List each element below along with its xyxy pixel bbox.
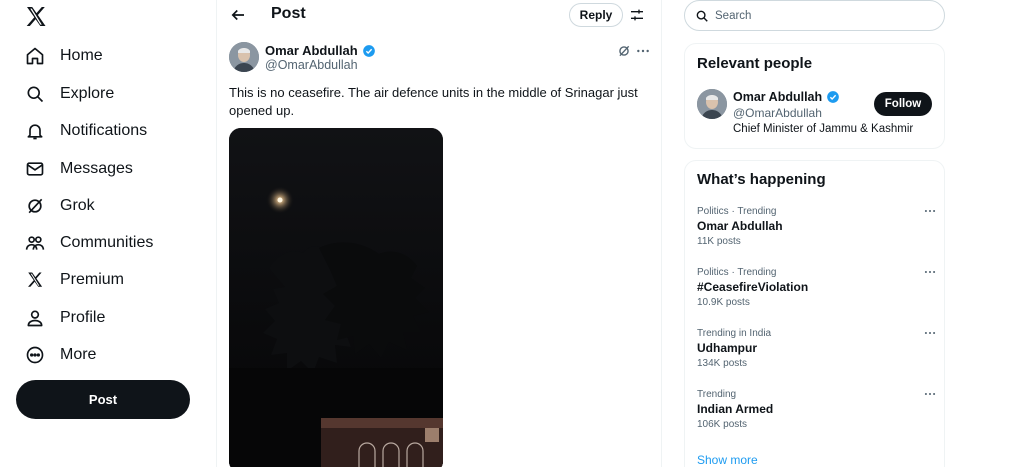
- nav-item-messages[interactable]: Messages: [24, 155, 133, 183]
- trend-item[interactable]: Politics · Trending Omar Abdullah 11K po…: [697, 205, 937, 253]
- trend-name: Omar Abdullah: [697, 219, 783, 233]
- x-logo-icon: [24, 269, 46, 291]
- search-input[interactable]: [715, 9, 935, 22]
- trend-context: Trending: [697, 389, 737, 400]
- trend-count: 134K posts: [697, 358, 748, 369]
- nav-label: Home: [60, 47, 103, 64]
- nav-label: Messages: [60, 160, 133, 177]
- verified-badge-icon: [362, 44, 375, 57]
- home-icon: [24, 45, 46, 67]
- relevant-person-bio: Chief Minister of Jammu & Kashmir: [733, 123, 914, 135]
- trend-context: Trending in India: [697, 328, 772, 339]
- search-icon: [24, 83, 46, 105]
- trend-count: 106K posts: [697, 419, 748, 430]
- avatar[interactable]: [697, 89, 727, 119]
- communities-icon: [24, 232, 46, 254]
- follow-button[interactable]: Follow: [874, 92, 932, 116]
- nav-label: Grok: [60, 197, 95, 214]
- nav-item-notifications[interactable]: Notifications: [24, 117, 147, 145]
- nav-label: Profile: [60, 309, 106, 326]
- nav-item-communities[interactable]: Communities: [24, 229, 153, 257]
- nav-item-home[interactable]: Home: [24, 42, 103, 70]
- more-options-icon[interactable]: [923, 266, 937, 278]
- nav-label: Explore: [60, 85, 115, 102]
- page-title: Post: [271, 5, 306, 22]
- trend-name: Indian Armed: [697, 402, 774, 416]
- nav-label: Communities: [60, 234, 154, 251]
- grok-icon[interactable]: [617, 44, 631, 58]
- trend-context: Politics · Trending: [697, 267, 777, 278]
- main-column: Post Reply Omar Abdullah @OmarAbdullah T…: [216, 0, 662, 467]
- trend-name: #CeasefireViolation: [697, 280, 809, 294]
- sliders-icon[interactable]: [629, 7, 645, 23]
- post-button[interactable]: Post: [16, 380, 190, 419]
- tweet-text: This is no ceasefire. The air defence un…: [229, 85, 638, 118]
- grok-icon: [24, 195, 46, 217]
- nav-label: Notifications: [60, 122, 148, 139]
- avatar[interactable]: [229, 42, 259, 72]
- nav-item-grok[interactable]: Grok: [24, 192, 95, 220]
- back-arrow-icon[interactable]: [229, 6, 247, 24]
- tweet-video[interactable]: [229, 128, 443, 467]
- whats-happening-card: What’s happening Politics · Trending Oma…: [684, 160, 945, 467]
- show-more-link[interactable]: Show more: [697, 453, 758, 467]
- more-options-icon[interactable]: [923, 327, 937, 339]
- trend-count: 10.9K posts: [697, 297, 750, 308]
- x-logo-icon[interactable]: [24, 5, 48, 29]
- relevant-people-title: Relevant people: [697, 55, 813, 72]
- author-handle[interactable]: @OmarAbdullah: [265, 58, 358, 72]
- bell-icon: [24, 120, 46, 142]
- nav-item-premium[interactable]: Premium: [24, 266, 124, 294]
- verified-badge-icon: [827, 91, 839, 103]
- left-nav: Home Explore Notifications Messages Grok…: [0, 0, 216, 467]
- person-name[interactable]: Omar Abdullah: [733, 90, 822, 104]
- relevant-person-name[interactable]: Omar Abdullah: [733, 90, 840, 104]
- tweet-author[interactable]: Omar Abdullah: [265, 43, 376, 58]
- search-box[interactable]: [684, 0, 945, 31]
- more-circle-icon: [24, 344, 46, 366]
- nav-label: More: [60, 346, 97, 363]
- trend-context: Politics · Trending: [697, 206, 777, 217]
- trend-item[interactable]: Trending Indian Armed 106K posts: [697, 388, 937, 436]
- nav-item-more[interactable]: More: [24, 341, 96, 369]
- person-icon: [24, 307, 46, 329]
- more-options-icon[interactable]: [923, 388, 937, 400]
- reply-button[interactable]: Reply: [569, 3, 623, 27]
- search-icon: [696, 10, 708, 22]
- envelope-icon: [24, 158, 46, 180]
- whats-happening-title: What’s happening: [697, 171, 826, 188]
- relevant-person-handle[interactable]: @OmarAbdullah: [733, 106, 822, 120]
- more-options-icon[interactable]: [923, 205, 937, 217]
- nav-item-explore[interactable]: Explore: [24, 80, 114, 108]
- relevant-people-card: Relevant people Omar Abdullah @OmarAbdul…: [684, 43, 945, 149]
- trend-item[interactable]: Trending in India Udhampur 134K posts: [697, 327, 937, 375]
- author-name[interactable]: Omar Abdullah: [265, 43, 358, 58]
- trend-item[interactable]: Politics · Trending #CeasefireViolation …: [697, 266, 937, 314]
- more-options-icon[interactable]: [635, 44, 651, 58]
- trend-name: Udhampur: [697, 341, 757, 355]
- right-sidebar: Relevant people Omar Abdullah @OmarAbdul…: [662, 0, 1024, 467]
- nav-item-profile[interactable]: Profile: [24, 304, 105, 332]
- nav-label: Premium: [60, 271, 125, 288]
- trend-count: 11K posts: [697, 236, 741, 247]
